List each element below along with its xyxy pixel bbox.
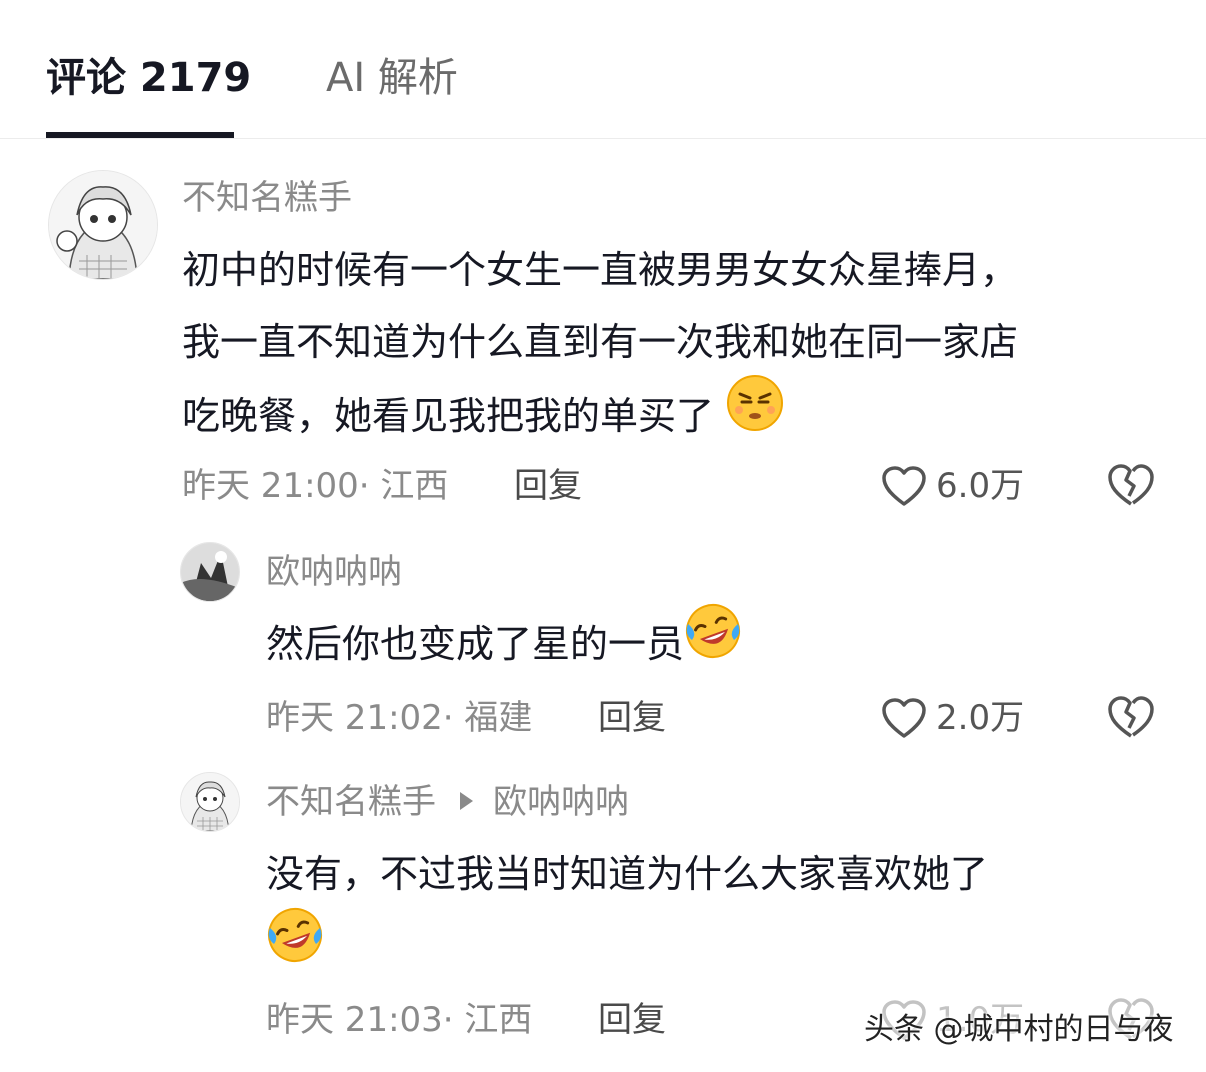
comment-line: 没有，不过我当时知道为什么大家喜欢她了 [266, 852, 989, 896]
tab-comments[interactable]: 评论 2179 [46, 52, 251, 104]
comment-username-row: 不知名糕手 欧呐呐呐 [266, 780, 629, 824]
reply-button[interactable]: 回复 [598, 998, 666, 1042]
comment-line-with-emoji: 吃晚餐，她看见我把我的单买了 [182, 375, 1182, 459]
comment-tabs: 评论 2179 AI 解析 [0, 0, 1206, 139]
comment-timestamp: 昨天 21:02· 福建 [266, 698, 533, 738]
dislike-button[interactable] [1106, 462, 1156, 512]
comment-line: 吃晚餐，她看见我把我的单买了 [182, 394, 715, 438]
comment-line: 然后你也变成了星的一员 [266, 622, 685, 666]
comment-emoji-line [266, 908, 1166, 991]
avatar[interactable] [180, 542, 240, 602]
watermark: 头条 @城中村的日与夜 [864, 1012, 1174, 1047]
like-button[interactable]: 6.0万 [880, 464, 1024, 508]
reply-button[interactable]: 回复 [598, 696, 666, 740]
comment-text: 初中的时候有一个女生一直被男男女女众星捧月， 我一直不知道为什么直到有一次我和她… [182, 234, 1182, 459]
reply-to-username[interactable]: 欧呐呐呐 [493, 782, 629, 822]
avatar[interactable] [48, 170, 158, 280]
broken-heart-icon [1108, 696, 1154, 738]
broken-heart-icon [1108, 464, 1154, 506]
avatar[interactable] [180, 772, 240, 832]
heart-icon [882, 466, 926, 506]
heart-icon [882, 698, 926, 738]
comment-username[interactable]: 欧呐呐呐 [266, 550, 402, 594]
reply-button[interactable]: 回复 [514, 464, 582, 508]
laugh-cry-emoji [266, 906, 324, 987]
comment-text: 没有，不过我当时知道为什么大家喜欢她了 [266, 838, 1166, 991]
smirk-emoji [726, 374, 784, 455]
comment-username[interactable]: 不知名糕手 [266, 782, 436, 822]
comment-timestamp: 昨天 21:00· 江西 [182, 466, 449, 506]
comment-line: 初中的时候有一个女生一直被男男女女众星捧月， [182, 248, 1019, 292]
comment-line-with-emoji: 然后你也变成了星的一员 [266, 604, 1166, 687]
like-count: 2.0万 [936, 698, 1025, 738]
reply-to-arrow-icon [460, 791, 473, 810]
active-tab-indicator [46, 132, 234, 138]
like-button[interactable]: 2.0万 [880, 696, 1024, 740]
dislike-button[interactable] [1106, 694, 1156, 744]
comment-text: 然后你也变成了星的一员 [266, 604, 1166, 687]
like-count: 6.0万 [936, 466, 1025, 506]
laugh-cry-emoji [684, 602, 742, 683]
comment-timestamp: 昨天 21:03· 江西 [266, 1000, 533, 1040]
comment-line: 我一直不知道为什么直到有一次我和她在同一家店 [182, 320, 1019, 364]
comment-username[interactable]: 不知名糕手 [182, 176, 352, 220]
tab-ai-analysis[interactable]: AI 解析 [326, 52, 458, 104]
